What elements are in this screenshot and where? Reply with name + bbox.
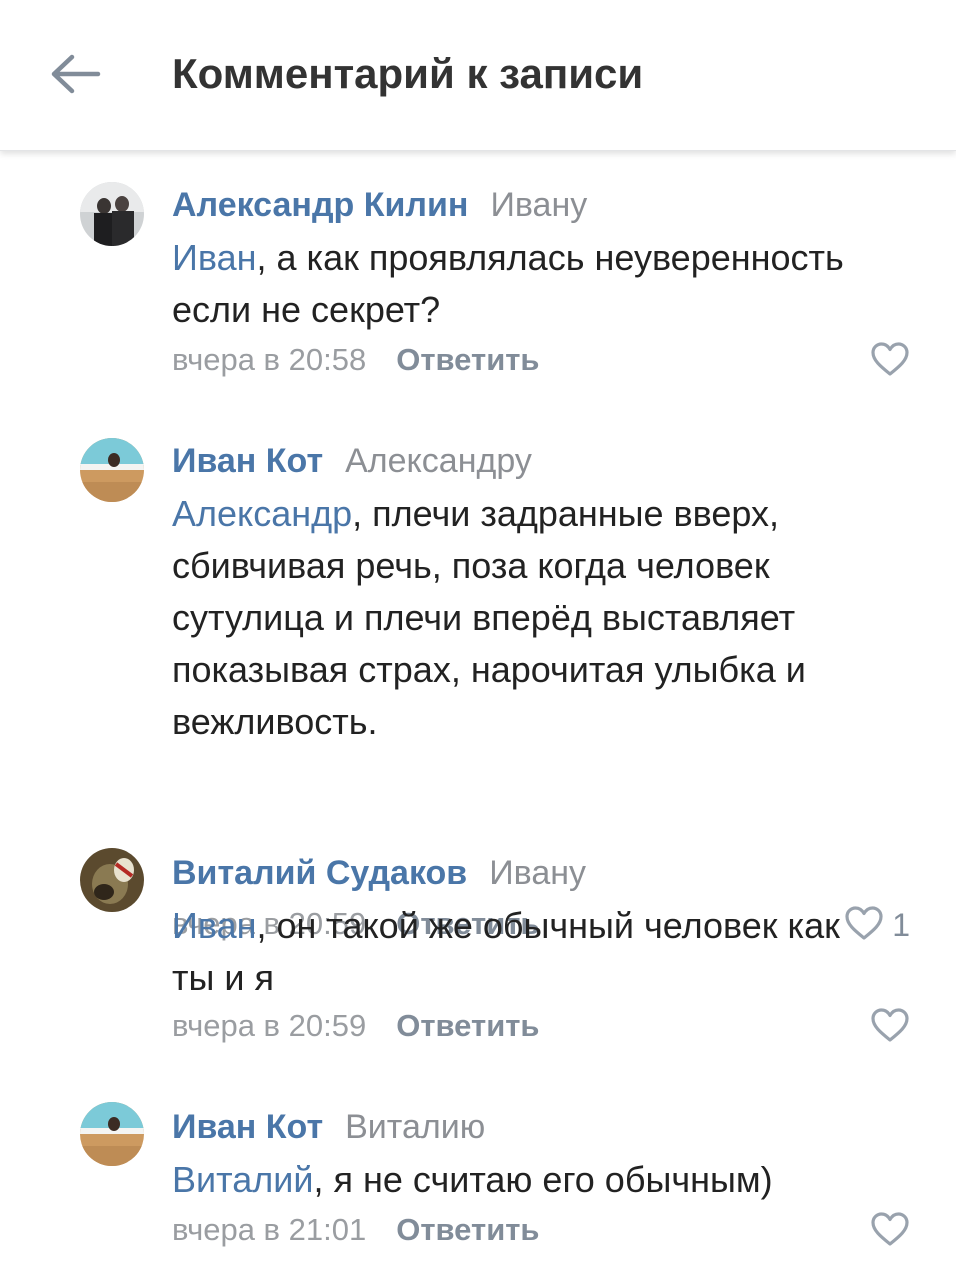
comment-header: Александр Килин Ивану — [172, 186, 587, 225]
comment-footer: вчера в 20:59 Ответить — [172, 1008, 540, 1044]
avatar[interactable] — [80, 182, 144, 246]
reply-to: Виталию — [345, 1108, 486, 1146]
avatar[interactable] — [80, 1102, 144, 1166]
heart-icon — [870, 341, 910, 382]
comment-text: Иван, он такой же обычный человек как ты… — [172, 900, 892, 1004]
timestamp: вчера в 20:58 — [172, 342, 367, 377]
avatar[interactable] — [80, 848, 144, 912]
reply-to: Ивану — [490, 186, 588, 224]
page-title: Комментарий к записи — [172, 50, 644, 97]
comment-footer: вчера в 20:58 Ответить — [172, 342, 540, 378]
timestamp: вчера в 21:01 — [172, 1212, 367, 1247]
comment-text: Виталий, я не считаю его обычным) — [172, 1154, 892, 1206]
author-name[interactable]: Иван Кот — [172, 442, 323, 480]
author-name[interactable]: Виталий Судаков — [172, 854, 467, 892]
arrow-left-icon — [51, 54, 101, 99]
mention-link[interactable]: Иван — [172, 237, 257, 278]
mention-link[interactable]: Иван — [172, 905, 257, 946]
comment-body: , он такой же обычный человек как ты и я — [172, 905, 840, 998]
reply-button[interactable]: Ответить — [396, 342, 539, 377]
back-button[interactable] — [40, 44, 112, 108]
heart-icon — [870, 1007, 910, 1048]
reply-button[interactable]: Ответить — [396, 1212, 539, 1247]
reply-button[interactable]: Ответить — [396, 1008, 539, 1043]
comment-text: Александр, плечи задранные вверх, сбивчи… — [172, 488, 892, 748]
mention-link[interactable]: Александр — [172, 493, 352, 534]
comment-text: Иван, а как проявлялась неуверенность ес… — [172, 232, 892, 336]
reply-to: Ивану — [489, 854, 587, 892]
like-button[interactable] — [870, 1211, 910, 1251]
like-button[interactable] — [870, 1007, 910, 1047]
like-button[interactable] — [870, 341, 910, 381]
heart-icon — [870, 1211, 910, 1252]
comment-body: , я не считаю его обычным) — [313, 1159, 773, 1200]
timestamp: вчера в 20:59 — [172, 1008, 367, 1043]
comment-body: , а как проявлялась неуверенность если н… — [172, 237, 844, 330]
author-name[interactable]: Иван Кот — [172, 1108, 323, 1146]
comment-header: Иван Кот Александру — [172, 442, 532, 481]
reply-to: Александру — [345, 442, 532, 480]
comment-footer: вчера в 21:01 Ответить — [172, 1212, 540, 1248]
author-name[interactable]: Александр Килин — [172, 186, 468, 224]
comment-header: Виталий Судаков Ивану — [172, 854, 586, 893]
top-bar: Комментарий к записи — [0, 0, 956, 151]
mention-link[interactable]: Виталий — [172, 1159, 313, 1200]
like-count: 1 — [892, 906, 910, 943]
avatar[interactable] — [80, 438, 144, 502]
comment-header: Иван Кот Виталию — [172, 1108, 485, 1147]
